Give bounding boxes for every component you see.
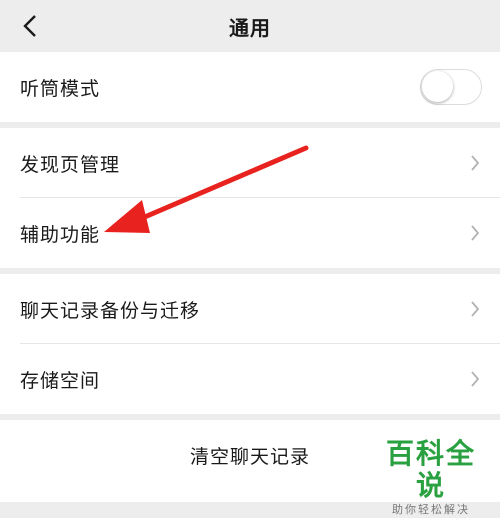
- watermark-title: 百科全说: [385, 437, 476, 502]
- chevron-right-icon: [471, 301, 480, 317]
- settings-group-discover: 发现页管理 辅助功能: [0, 128, 500, 268]
- accessibility-row[interactable]: 辅助功能: [0, 198, 500, 268]
- discover-page-manage-row[interactable]: 发现页管理: [0, 128, 500, 198]
- chevron-right-icon: [471, 371, 480, 387]
- toggle-knob: [422, 71, 453, 102]
- chat-backup-label: 聊天记录备份与迁移: [20, 299, 201, 322]
- storage-space-label: 存储空间: [20, 369, 101, 392]
- discover-page-manage-label: 发现页管理: [20, 153, 121, 176]
- chevron-right-icon: [471, 225, 480, 241]
- settings-group-receiver: 听筒模式: [0, 52, 500, 122]
- watermark-logo: 百科全说 助你轻松解决: [372, 438, 490, 518]
- receiver-mode-label: 听筒模式: [20, 77, 101, 100]
- storage-space-row[interactable]: 存储空间: [0, 344, 500, 414]
- settings-group-storage: 聊天记录备份与迁移 存储空间: [0, 274, 500, 414]
- chevron-right-icon: [471, 155, 480, 171]
- nav-header: 通用: [0, 0, 500, 52]
- receiver-mode-row[interactable]: 听筒模式: [0, 52, 500, 122]
- watermark-subtitle: 助你轻松解决: [392, 503, 470, 516]
- receiver-mode-toggle[interactable]: [420, 69, 482, 105]
- chat-backup-row[interactable]: 聊天记录备份与迁移: [0, 274, 500, 344]
- accessibility-label: 辅助功能: [20, 223, 101, 246]
- page-title: 通用: [229, 16, 271, 40]
